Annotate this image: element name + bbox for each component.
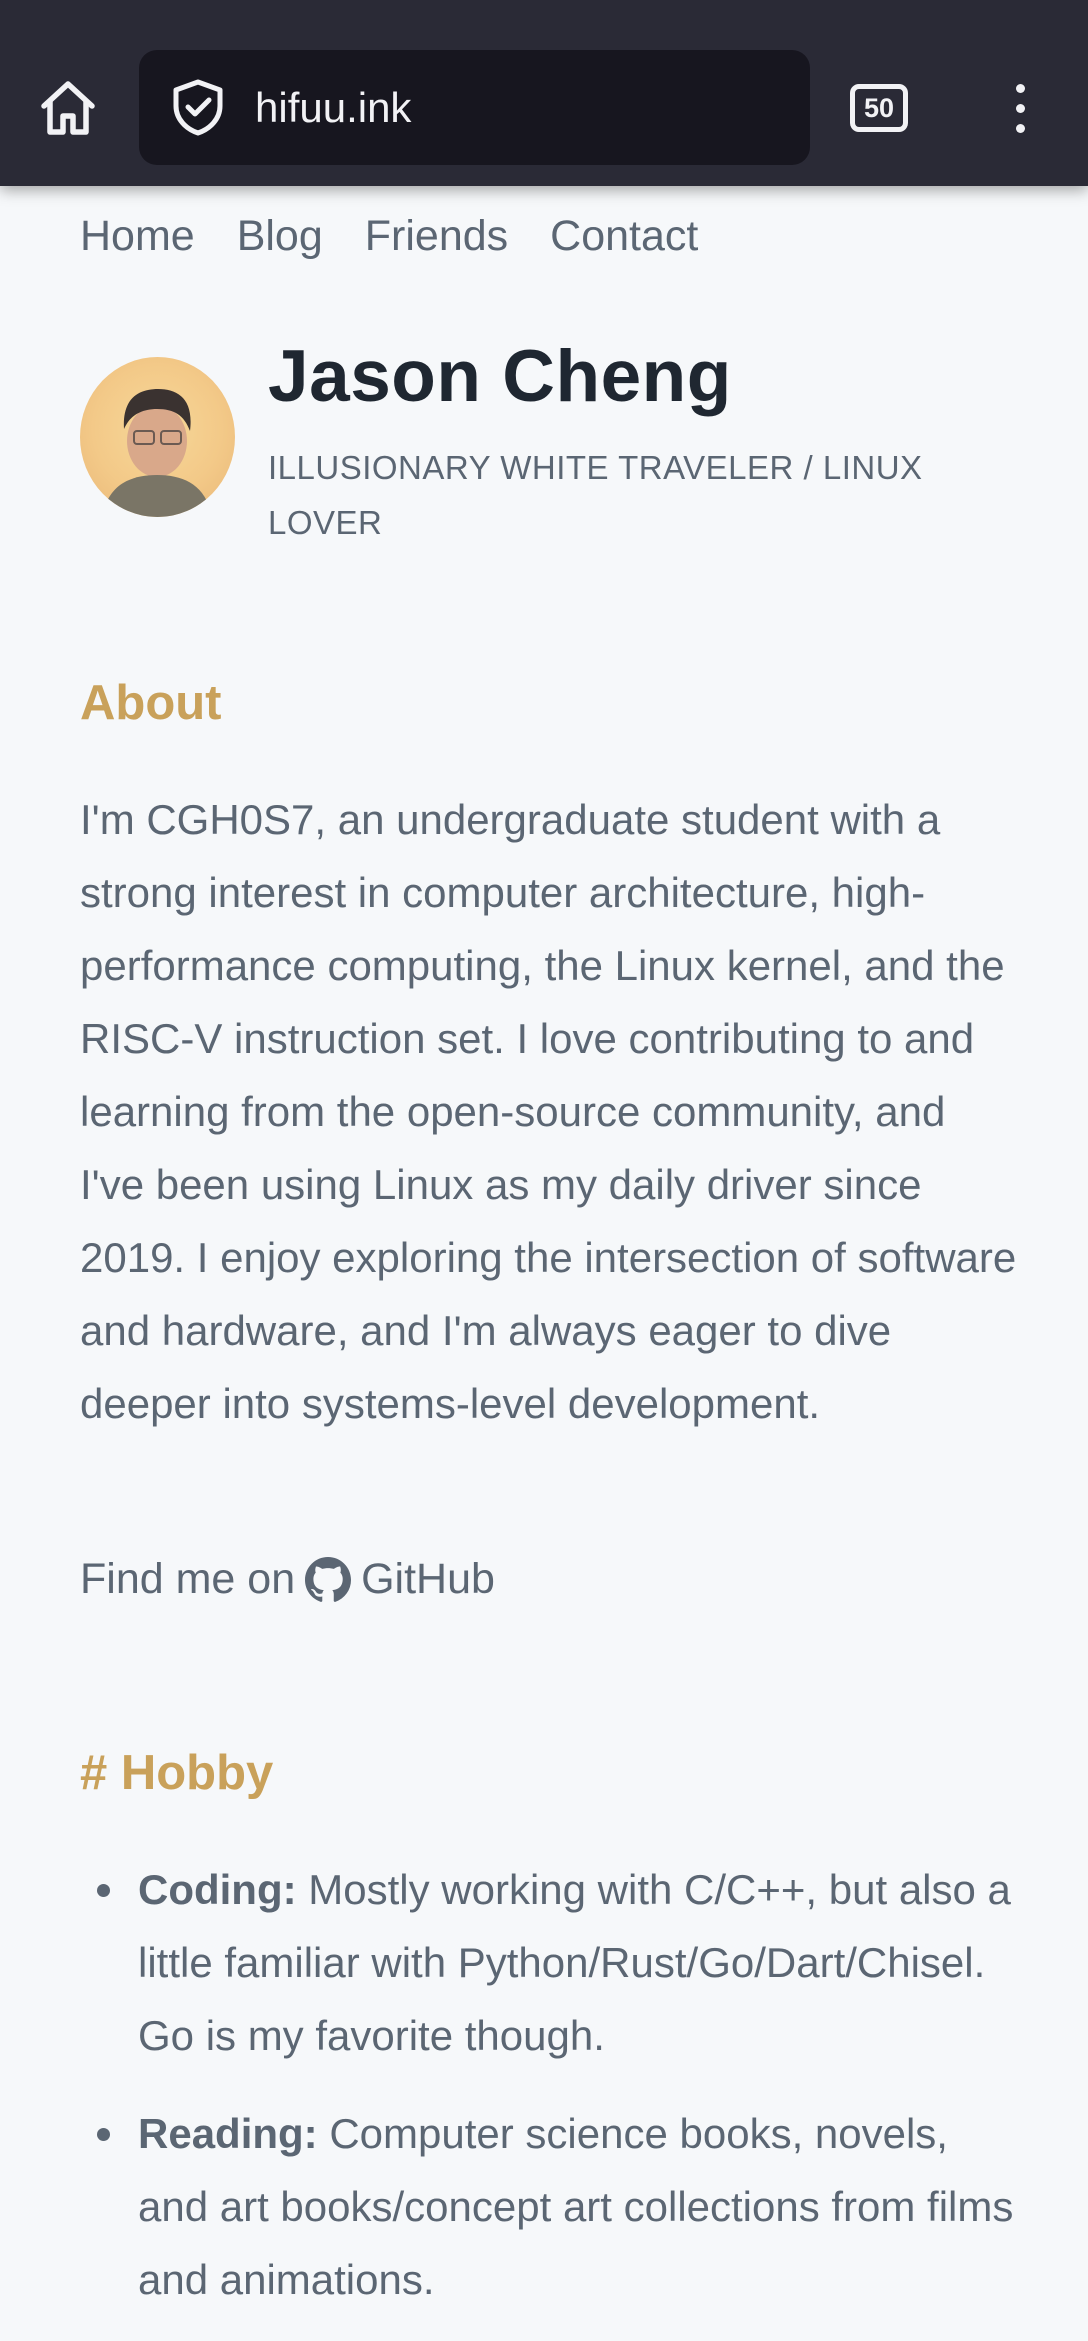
about-paragraph: I'm CGH0S7, an undergraduate student wit… xyxy=(80,796,1017,1427)
nav-friends-link[interactable]: Friends xyxy=(365,212,508,261)
nav-contact-link[interactable]: Contact xyxy=(550,212,698,261)
find-me-line: Find me on GitHub xyxy=(80,1555,495,1604)
find-me-prefix: Find me on xyxy=(80,1555,296,1603)
browser-toolbar: hifuu.ink 50 xyxy=(0,0,1088,186)
list-item: Reading: Computer science books, novels,… xyxy=(97,2097,1018,2316)
nav-blog-link[interactable]: Blog xyxy=(237,212,323,261)
hobby-label: Coding: xyxy=(138,1866,297,1913)
hobby-heading: # Hobby xyxy=(80,1746,274,1800)
site-navigation: Home Blog Friends Contact xyxy=(80,212,698,261)
address-bar[interactable]: hifuu.ink xyxy=(139,50,810,165)
home-icon[interactable] xyxy=(36,76,100,140)
url-text[interactable]: hifuu.ink xyxy=(255,50,411,165)
about-heading: About xyxy=(80,676,222,730)
tab-count-button[interactable]: 50 xyxy=(850,84,908,132)
github-icon[interactable] xyxy=(305,1556,352,1603)
profile-name: Jason Cheng xyxy=(268,336,732,417)
shield-check-icon[interactable] xyxy=(169,78,227,136)
hobby-list: Coding: Mostly working with C/C++, but a… xyxy=(97,1853,1018,2341)
kebab-menu-icon[interactable] xyxy=(1000,82,1040,136)
avatar xyxy=(80,357,235,517)
hobby-label: Reading: xyxy=(138,2110,318,2157)
github-link[interactable]: GitHub xyxy=(361,1555,495,1604)
nav-home-link[interactable]: Home xyxy=(80,212,195,261)
list-item: Coding: Mostly working with C/C++, but a… xyxy=(97,1853,1018,2072)
profile-tagline: ILLUSIONARY WHITE TRAVELER / LINUX LOVER xyxy=(268,449,923,541)
